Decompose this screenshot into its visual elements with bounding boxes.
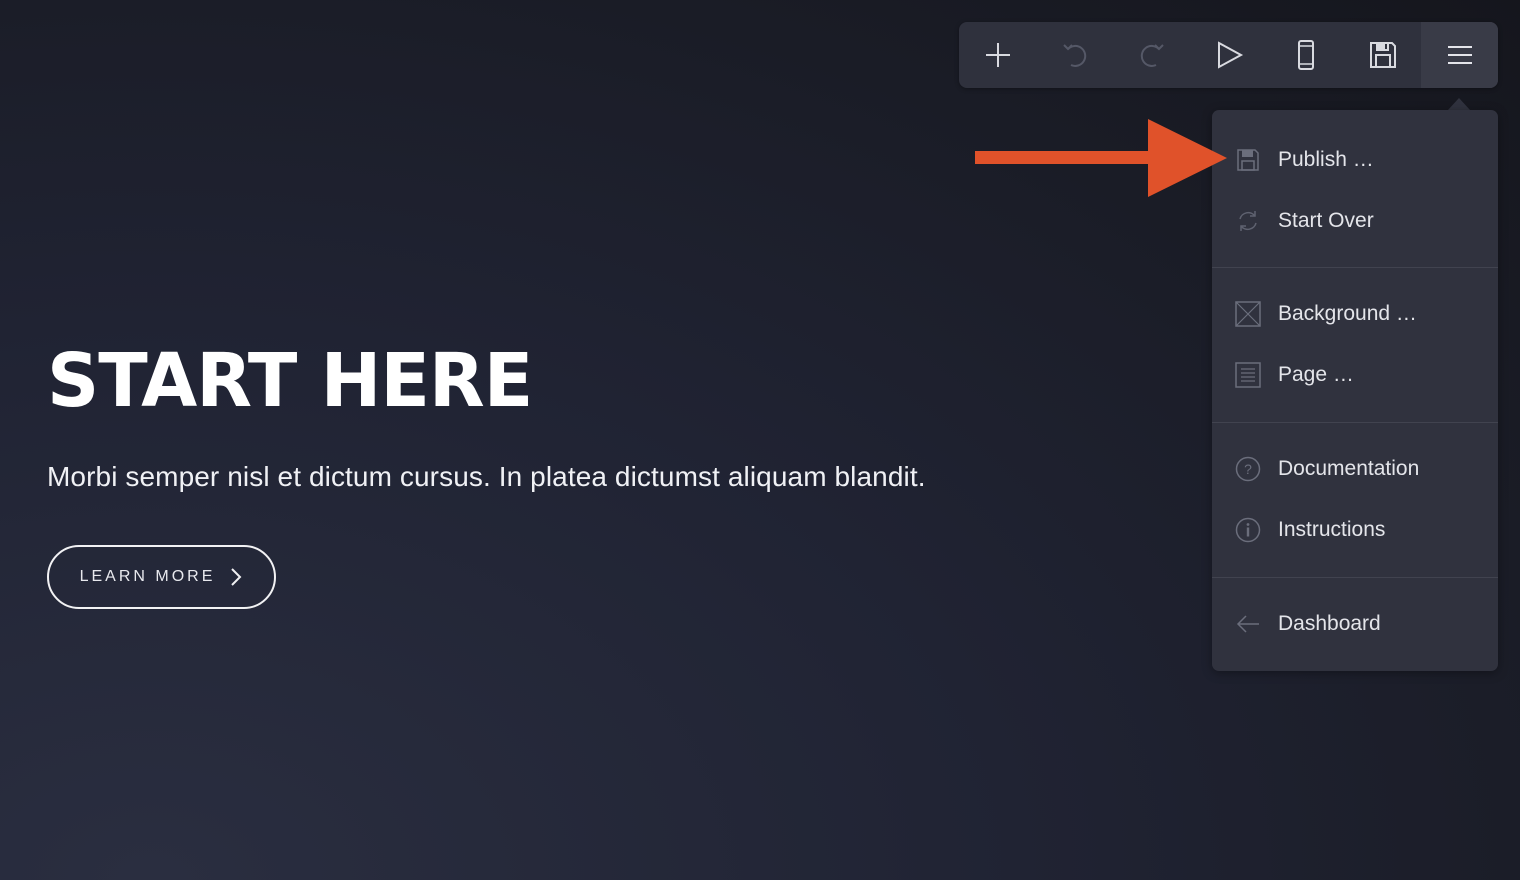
undo-button[interactable] xyxy=(1036,22,1113,88)
menu-button[interactable] xyxy=(1421,22,1498,88)
menu-group: ? Documentation Instructions xyxy=(1212,423,1498,578)
learn-more-button[interactable]: LEARN MORE xyxy=(47,545,276,609)
menu-caret xyxy=(1448,98,1470,110)
menu-item-label: Instructions xyxy=(1278,517,1386,541)
chevron-right-icon xyxy=(231,568,242,586)
hero-subtitle: Morbi semper nisl et dictum cursus. In p… xyxy=(47,461,926,492)
menu-item-publish[interactable]: Publish … xyxy=(1212,129,1498,190)
svg-text:?: ? xyxy=(1244,461,1252,477)
page-lines-icon xyxy=(1235,361,1261,388)
mobile-icon xyxy=(1297,40,1314,70)
menu-item-dashboard[interactable]: Dashboard xyxy=(1212,593,1498,654)
annotation-arrow-icon xyxy=(975,119,1227,197)
save-button[interactable] xyxy=(1344,22,1421,88)
menu-item-documentation[interactable]: ? Documentation xyxy=(1212,438,1498,499)
menu-item-instructions[interactable]: Instructions xyxy=(1212,499,1498,560)
mobile-view-button[interactable] xyxy=(1267,22,1344,88)
redo-button[interactable] xyxy=(1113,22,1190,88)
main-menu-dropdown: Publish … Start Over Background … Page …… xyxy=(1212,110,1498,671)
info-circle-icon xyxy=(1235,517,1261,543)
preview-button[interactable] xyxy=(1190,22,1267,88)
menu-group: Publish … Start Over xyxy=(1212,110,1498,268)
menu-group: Background … Page … xyxy=(1212,268,1498,423)
menu-item-label: Page … xyxy=(1278,362,1354,386)
undo-icon xyxy=(1062,44,1086,67)
menu-item-page[interactable]: Page … xyxy=(1212,344,1498,405)
hero-title: START HERE xyxy=(47,338,533,424)
image-placeholder-icon xyxy=(1235,300,1261,327)
hero-section: START HERE Morbi semper nisl et dictum c… xyxy=(47,338,926,609)
add-button[interactable] xyxy=(959,22,1036,88)
plus-icon xyxy=(985,43,1010,67)
menu-item-label: Dashboard xyxy=(1278,611,1381,635)
menu-item-background[interactable]: Background … xyxy=(1212,283,1498,344)
floppy-disk-icon xyxy=(1369,42,1396,68)
learn-more-label: LEARN MORE xyxy=(79,568,216,585)
menu-item-label: Start Over xyxy=(1278,208,1374,232)
redo-icon xyxy=(1140,44,1164,67)
menu-group: Dashboard xyxy=(1212,578,1498,669)
hamburger-icon xyxy=(1447,46,1472,64)
question-circle-icon: ? xyxy=(1235,456,1261,482)
play-icon xyxy=(1217,41,1243,69)
refresh-icon xyxy=(1235,208,1261,234)
menu-item-label: Publish … xyxy=(1278,147,1374,171)
menu-item-label: Background … xyxy=(1278,301,1417,325)
floppy-disk-icon xyxy=(1235,147,1261,173)
menu-item-label: Documentation xyxy=(1278,456,1420,480)
menu-item-start-over[interactable]: Start Over xyxy=(1212,190,1498,251)
editor-toolbar xyxy=(959,22,1498,88)
arrow-left-icon xyxy=(1235,611,1261,637)
